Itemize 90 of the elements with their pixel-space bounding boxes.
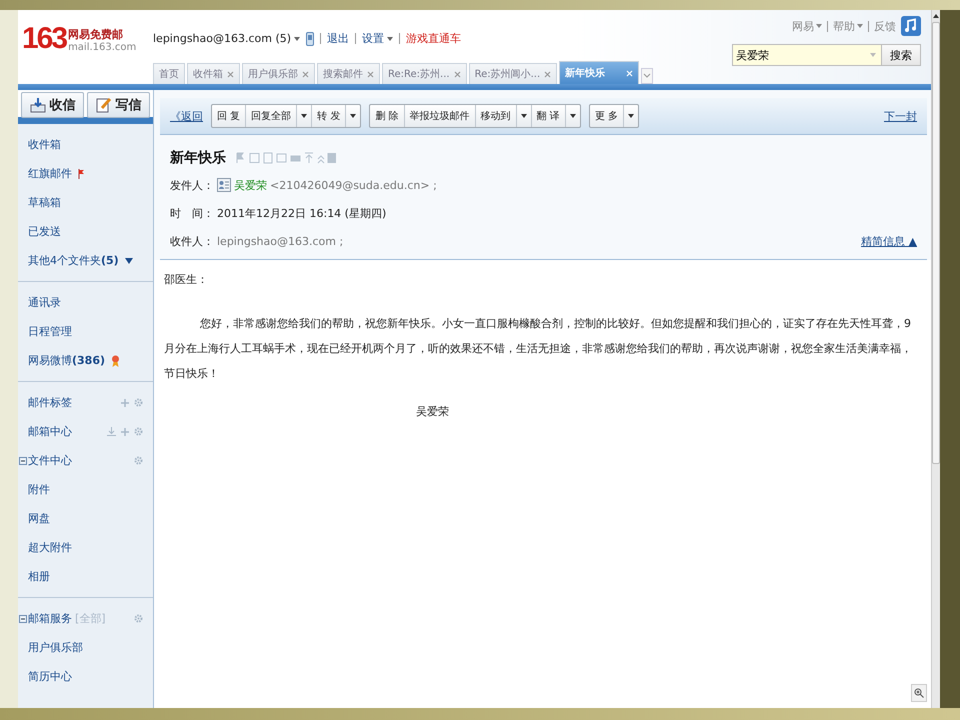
caret-icon[interactable] bbox=[520, 114, 527, 118]
close-icon[interactable] bbox=[302, 70, 309, 78]
header-link[interactable]: 退出 bbox=[327, 31, 350, 46]
caret-icon[interactable] bbox=[124, 258, 133, 264]
sidebar-item[interactable]: 草稿箱 bbox=[28, 195, 61, 210]
back-link[interactable]: 《返回 bbox=[170, 108, 203, 124]
sidebar-item[interactable]: 收件箱 bbox=[28, 137, 61, 152]
tab[interactable]: 收件箱 bbox=[187, 63, 240, 84]
sidebar-item[interactable]: 通讯录 bbox=[28, 295, 61, 310]
toolbar-button[interactable]: 回 复 bbox=[212, 105, 246, 127]
sidebar-item[interactable]: 网盘 bbox=[28, 511, 50, 526]
download-icon[interactable] bbox=[107, 427, 116, 436]
sidebar-item[interactable]: 已发送 bbox=[28, 224, 61, 239]
settings-icon[interactable] bbox=[134, 456, 143, 465]
tab[interactable]: 用户俱乐部 bbox=[242, 63, 315, 84]
scroll-up-icon[interactable] bbox=[933, 14, 939, 18]
settings-icon[interactable] bbox=[134, 614, 143, 623]
sidebar-item[interactable]: 简历中心 bbox=[28, 669, 72, 684]
greeting: 邵医生： bbox=[164, 272, 209, 287]
field-label: 收件人： bbox=[170, 234, 214, 248]
collapse-icon[interactable] bbox=[19, 456, 27, 464]
caret-icon[interactable] bbox=[387, 36, 394, 40]
tab[interactable]: 搜索邮件 bbox=[317, 63, 380, 84]
sidebar-item[interactable]: 邮件标签 bbox=[28, 395, 72, 410]
logo-domain: mail.163.com bbox=[68, 42, 136, 53]
tab[interactable]: Re:苏州阊小... bbox=[468, 63, 558, 84]
phone-icon[interactable] bbox=[306, 32, 314, 46]
settings-icon[interactable] bbox=[134, 427, 143, 436]
search-button[interactable]: 搜索 bbox=[882, 44, 921, 66]
music-icon[interactable] bbox=[901, 16, 921, 36]
settings-icon[interactable] bbox=[134, 398, 143, 407]
search-field[interactable]: 吴爱荣 bbox=[732, 44, 882, 66]
logo-name: 网易免费邮 bbox=[68, 27, 124, 42]
recipient-address: lepingshao@163.com ; bbox=[217, 234, 344, 248]
brief-info-link[interactable]: 精简信息 ▲ bbox=[861, 234, 917, 248]
field-label: 时 间： bbox=[170, 206, 214, 220]
sidebar-item[interactable]: 用户俱乐部 bbox=[28, 640, 83, 655]
header-link[interactable]: 设置 bbox=[362, 31, 384, 46]
zoom-icon[interactable] bbox=[911, 684, 927, 702]
sidebar-item[interactable]: 文件中心 bbox=[28, 453, 72, 468]
toolbar-button[interactable]: 回复全部 bbox=[246, 105, 298, 127]
caret-icon[interactable] bbox=[294, 36, 300, 40]
sidebar-item[interactable]: 邮箱服务 bbox=[28, 611, 72, 626]
account-menu[interactable]: lepingshao@163.com (5) bbox=[153, 32, 292, 45]
sender-name[interactable]: 吴爱荣 bbox=[234, 178, 267, 192]
sidebar-item[interactable]: 相册 bbox=[28, 569, 50, 584]
flag-icon bbox=[78, 168, 85, 178]
sidebar-item[interactable]: 附件 bbox=[28, 482, 50, 497]
mail-tools-icon[interactable] bbox=[236, 152, 336, 164]
toolbar-button[interactable]: 删 除 bbox=[370, 105, 405, 127]
caret-icon[interactable] bbox=[570, 114, 576, 118]
caret-icon[interactable] bbox=[301, 114, 308, 118]
collapse-icon[interactable] bbox=[19, 614, 27, 622]
sent-time: 2011年12月22日 16:14 (星期四) bbox=[217, 206, 386, 220]
sidebar-item[interactable]: 红旗邮件 bbox=[28, 166, 72, 181]
action-button[interactable]: 收信 bbox=[21, 92, 84, 118]
logo-number: 163 bbox=[22, 24, 66, 54]
header-link[interactable]: 游戏直通车 bbox=[406, 31, 462, 46]
caret-icon[interactable] bbox=[628, 114, 634, 118]
sidebar-item[interactable]: 日程管理 bbox=[28, 324, 72, 339]
download-icon bbox=[30, 97, 46, 113]
sidebar-item[interactable]: 网易微博(386) bbox=[28, 353, 106, 368]
contact-card-icon[interactable] bbox=[217, 178, 231, 192]
sidebar-item[interactable]: 邮箱中心 bbox=[28, 424, 72, 439]
add-icon[interactable] bbox=[121, 398, 129, 406]
pencil-note-icon bbox=[96, 97, 112, 113]
mail-subject: 新年快乐 bbox=[170, 149, 226, 167]
action-button[interactable]: 写信 bbox=[87, 92, 150, 118]
next-mail-link[interactable]: 下一封 bbox=[884, 108, 917, 124]
toolbar-button[interactable]: 移动到 bbox=[476, 105, 517, 127]
caret-icon[interactable] bbox=[350, 114, 356, 118]
sidebar-item[interactable]: 超大附件 bbox=[28, 540, 72, 555]
close-icon[interactable] bbox=[227, 70, 234, 78]
sidebar-item[interactable]: 其他4个文件夹(5) bbox=[28, 253, 119, 268]
add-icon[interactable] bbox=[121, 428, 129, 436]
signature: 吴爱荣 bbox=[415, 404, 450, 419]
badge-icon bbox=[111, 354, 120, 366]
close-icon[interactable] bbox=[367, 70, 374, 78]
message-paragraph: 您好，非常感谢您给我们的帮助，祝您新年快乐。小女一直口服枸橼酸合剂，控制的比较好。但如您提醒和我们担心的，证实了存在先天性耳聋，9月分在上海行人工耳蜗手术，现在已经开机两个月了，听的效果还不错，生活无担途，非常感谢您给我们的帮助，再次说声谢谢，祝您全家生活美满幸福，节日快乐！ bbox=[164, 316, 913, 382]
sender-address: <210426049@suda.edu.cn> ; bbox=[270, 178, 437, 192]
toolbar-button[interactable]: 举报垃圾邮件 bbox=[404, 105, 476, 127]
toolbar-button[interactable]: 转 发 bbox=[312, 105, 346, 127]
field-label: 发件人： bbox=[170, 178, 214, 192]
scrollbar[interactable] bbox=[931, 10, 940, 708]
close-icon[interactable] bbox=[454, 70, 461, 78]
close-icon[interactable] bbox=[544, 70, 552, 78]
tab[interactable]: 首页 bbox=[153, 63, 185, 84]
tab[interactable]: Re:Re:苏州... bbox=[382, 63, 467, 84]
toolbar-button[interactable]: 翻 译 bbox=[532, 105, 566, 127]
tab-list-icon[interactable] bbox=[641, 68, 654, 84]
